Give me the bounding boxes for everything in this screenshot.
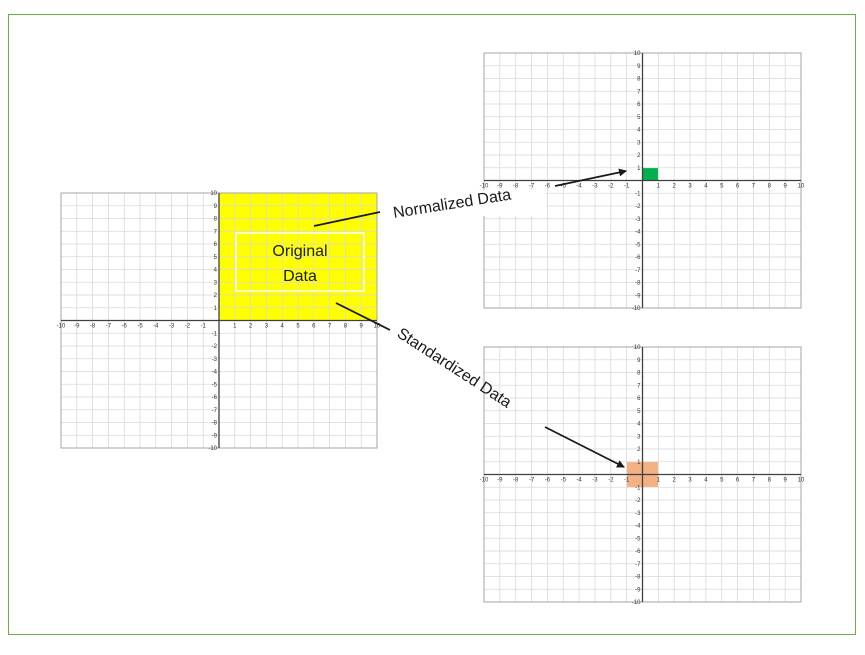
y-tick-label: -4 — [635, 524, 641, 530]
y-tick-label: -1 — [212, 331, 218, 337]
x-tick-label: -6 — [545, 478, 551, 484]
x-tick-label: -3 — [169, 324, 175, 330]
y-tick-label: -3 — [212, 357, 218, 363]
y-tick-label: -10 — [208, 446, 217, 452]
original-data-plot: -10 -10 -9 -9 -8 -8 -7 -7 -6 -6 -5 -5 -4 -4 -3 -3 -2 -2 -1… — [57, 191, 381, 452]
y-tick-label: -7 — [212, 408, 218, 414]
y-tick-label: 10 — [634, 51, 641, 57]
x-tick-label: -7 — [529, 184, 535, 190]
x-tick-label: -5 — [561, 478, 567, 484]
y-tick-label: -1 — [635, 191, 641, 197]
y-tick-label: -2 — [212, 344, 218, 350]
y-tick-label: -3 — [635, 511, 641, 517]
original-data-label-line1: Original — [272, 243, 327, 260]
x-tick-label: -10 — [480, 478, 489, 484]
x-tick-label: -2 — [185, 324, 191, 330]
y-tick-label: -9 — [212, 433, 218, 439]
y-tick-label: -4 — [635, 230, 641, 236]
y-tick-label: -6 — [635, 255, 641, 261]
y-tick-label: -5 — [635, 536, 641, 542]
diagram-canvas: -10 -10 -9 -9 -8 -8 -7 -7 -6 -6 -5 -5 -4 -4 -3 -3 -2 -2 -1… — [57, 51, 805, 606]
y-tick-label: -7 — [635, 562, 641, 568]
y-tick-label: -2 — [635, 204, 641, 210]
y-tick-label: -2 — [635, 498, 641, 504]
standardized-data-plot: -10 -10 -9 -9 -8 -8 -7 -7 -6 -6 -5 -5 -4 -4 -3 -3 -2 -2 -1… — [480, 345, 805, 606]
x-tick-label: -7 — [529, 478, 535, 484]
x-tick-label: -3 — [592, 184, 598, 190]
y-tick-label: -5 — [212, 382, 218, 388]
y-tick-label: -3 — [635, 217, 641, 223]
x-tick-label: -8 — [513, 184, 519, 190]
y-tick-label: 10 — [210, 191, 217, 197]
x-tick-label: -1 — [624, 184, 630, 190]
y-tick-label: -8 — [635, 281, 641, 287]
y-tick-label: -8 — [212, 421, 218, 427]
x-tick-label: -8 — [513, 478, 519, 484]
original-data-label-line2: Data — [283, 268, 317, 285]
x-tick-label: -6 — [545, 184, 551, 190]
x-tick-label: 10 — [798, 478, 805, 484]
x-tick-label: -4 — [153, 324, 159, 330]
x-tick-label: -9 — [74, 324, 80, 330]
y-tick-label: -6 — [635, 549, 641, 555]
normalized-data-region — [642, 167, 659, 181]
y-tick-label: -5 — [635, 242, 641, 248]
x-tick-label: -7 — [106, 324, 112, 330]
x-tick-label: -4 — [576, 478, 582, 484]
y-tick-label: -1 — [635, 485, 641, 491]
x-tick-label: -8 — [90, 324, 96, 330]
y-tick-label: -8 — [635, 575, 641, 581]
x-tick-label: -2 — [608, 478, 614, 484]
y-tick-label: 10 — [634, 345, 641, 351]
y-tick-label: -6 — [212, 395, 218, 401]
x-tick-label: -10 — [480, 184, 489, 190]
y-tick-label: -10 — [632, 306, 641, 312]
x-tick-label: -4 — [576, 184, 582, 190]
x-tick-label: -9 — [497, 478, 503, 484]
x-tick-label: -1 — [201, 324, 207, 330]
y-tick-label: -7 — [635, 268, 641, 274]
x-tick-label: -2 — [608, 184, 614, 190]
y-tick-label: -4 — [212, 370, 218, 376]
y-tick-label: -9 — [635, 293, 641, 299]
x-tick-label: -10 — [57, 324, 66, 330]
x-tick-label: -5 — [137, 324, 143, 330]
x-tick-label: -3 — [592, 478, 598, 484]
normalized-data-plot: -10-10-9-9-8-8-7-7-6-6-5-5-4-4-3-3-2-2-1… — [480, 51, 805, 312]
x-tick-label: -1 — [624, 478, 630, 484]
y-tick-label: -9 — [635, 587, 641, 593]
y-tick-label: -10 — [632, 600, 641, 606]
x-tick-label: -6 — [122, 324, 128, 330]
x-tick-label: 10 — [798, 184, 805, 190]
